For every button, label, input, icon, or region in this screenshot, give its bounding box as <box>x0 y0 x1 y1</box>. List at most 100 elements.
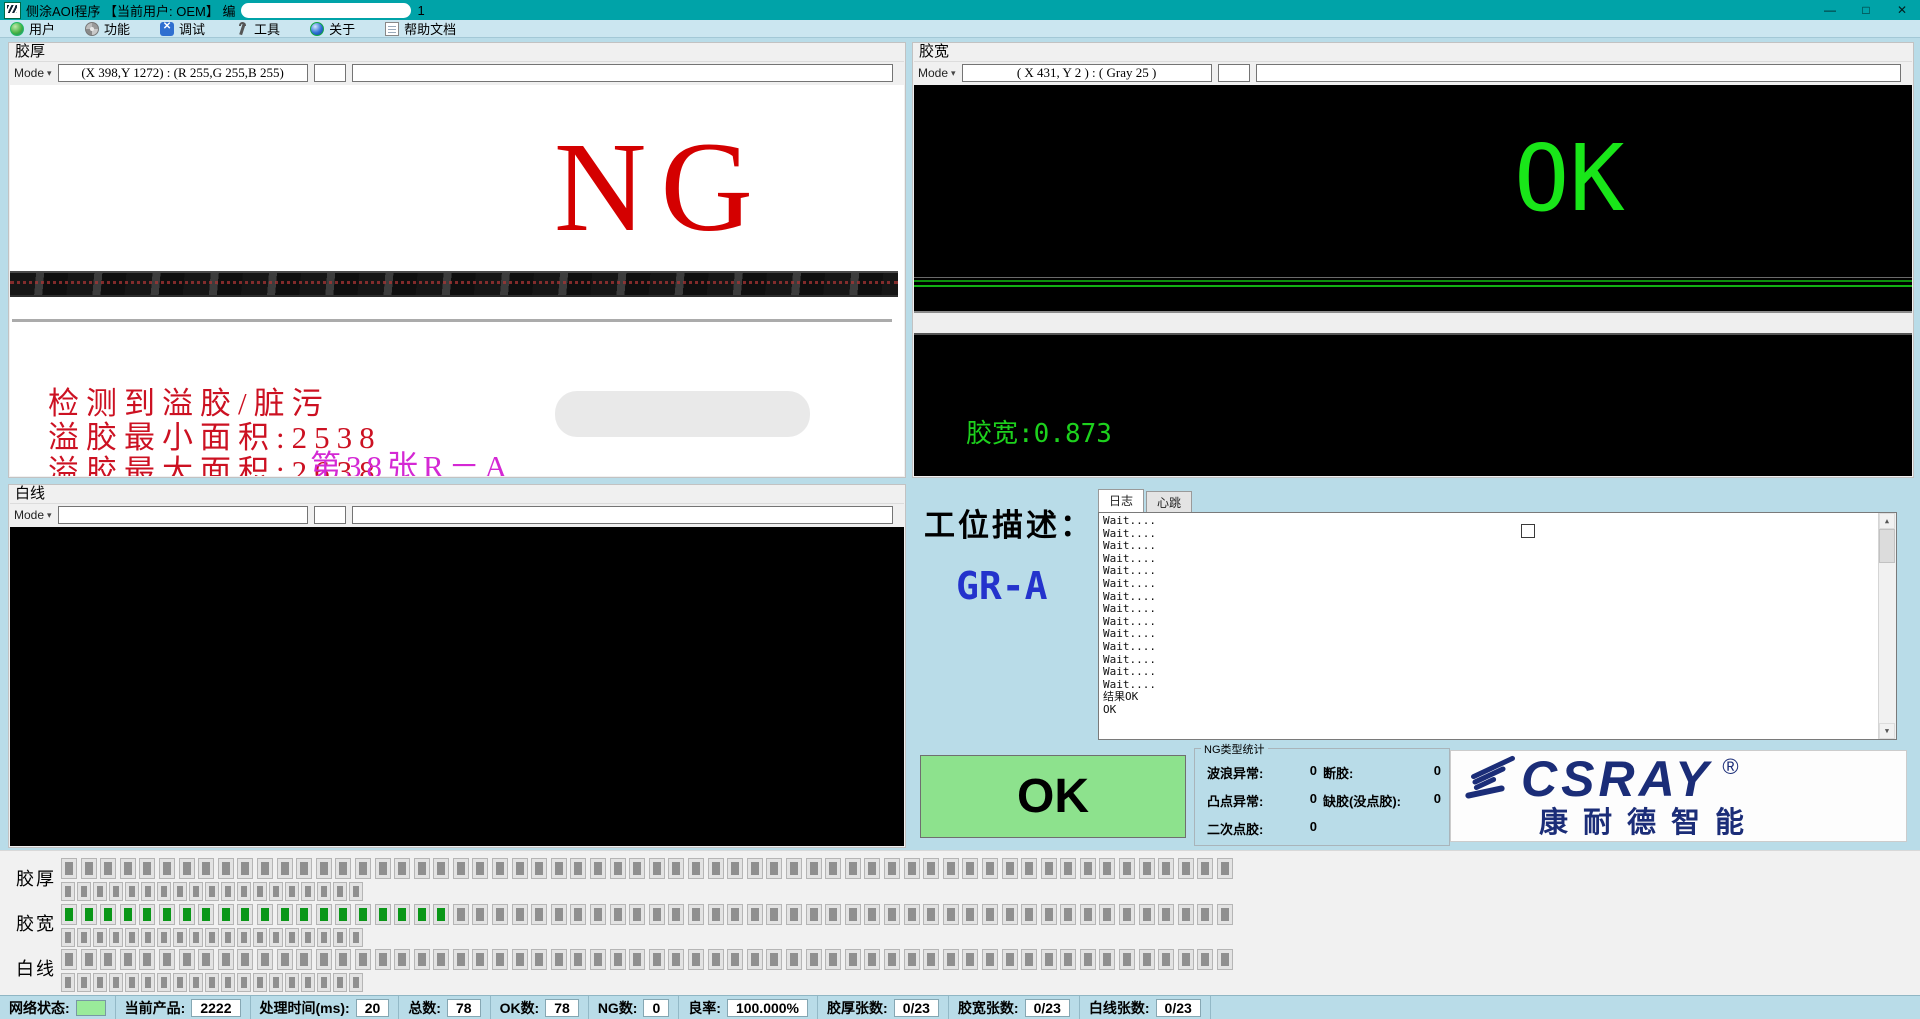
progress-cell <box>94 929 106 946</box>
menu-item-功能[interactable]: 功能 <box>85 19 130 38</box>
progress-cell <box>238 859 252 878</box>
coordinate-readout: ( X 431, Y 2 ) : ( Gray 25 ) <box>962 64 1212 82</box>
progress-cell <box>302 974 314 991</box>
progress-cell <box>1159 905 1173 924</box>
scroll-down-icon[interactable] <box>1879 723 1895 739</box>
progress-cell <box>1022 950 1036 969</box>
progress-cell <box>62 859 76 878</box>
maximize-button[interactable]: □ <box>1848 0 1884 20</box>
progress-cell <box>611 859 625 878</box>
gear-icon <box>85 22 99 36</box>
scrollbar[interactable] <box>1878 513 1896 739</box>
progress-cell <box>317 905 331 924</box>
status-label: 白线张数: <box>1089 998 1150 1018</box>
ng-stats-title: NG类型统计 <box>1201 741 1268 757</box>
app-icon <box>4 2 21 19</box>
menu-item-关于[interactable]: 关于 <box>310 19 355 38</box>
log-entry: Wait.... <box>1103 578 1876 591</box>
log-entry: Wait.... <box>1103 603 1876 616</box>
progress-cell <box>82 905 96 924</box>
progress-cell <box>356 950 370 969</box>
progress-cell <box>1061 950 1075 969</box>
progress-cell <box>669 950 683 969</box>
scroll-up-icon[interactable] <box>1879 513 1895 529</box>
progress-cell <box>350 883 362 900</box>
progress-cell <box>630 859 644 878</box>
progress-group-label: 白线 <box>16 955 56 981</box>
log-list[interactable]: Wait....Wait....Wait....Wait....Wait....… <box>1098 512 1897 740</box>
progress-cell <box>286 883 298 900</box>
scroll-thumb[interactable] <box>1879 529 1895 563</box>
inspection-image[interactable]: OK 胶宽:0.873 <box>914 85 1912 476</box>
progress-cell <box>1140 859 1154 878</box>
progress-cell <box>944 859 958 878</box>
progress-cell <box>1120 950 1134 969</box>
progress-cell <box>924 905 938 924</box>
value-box <box>314 506 346 524</box>
progress-cell <box>650 859 664 878</box>
progress-cell <box>709 950 723 969</box>
menu-item-用户[interactable]: 用户 <box>10 19 55 38</box>
progress-cell <box>434 859 448 878</box>
progress-cell <box>110 883 122 900</box>
ng-stat-value: 0 <box>1434 791 1441 810</box>
mode-dropdown[interactable]: Mode <box>14 66 52 80</box>
close-button[interactable]: ✕ <box>1884 0 1920 20</box>
menu-item-调试[interactable]: 调试 <box>160 19 205 38</box>
progress-row <box>62 974 366 991</box>
progress-cell <box>126 929 138 946</box>
minimize-button[interactable]: — <box>1812 0 1848 20</box>
progress-cell <box>963 905 977 924</box>
progress-cell <box>944 950 958 969</box>
progress-cell <box>318 883 330 900</box>
debug-icon <box>160 22 174 36</box>
log-tabs: 日志心跳 <box>1098 492 1897 512</box>
progress-cell <box>983 905 997 924</box>
progress-cell <box>94 883 106 900</box>
checkbox[interactable] <box>1521 524 1535 538</box>
log-entry: Wait.... <box>1103 553 1876 566</box>
progress-cell <box>62 905 76 924</box>
progress-cell <box>270 883 282 900</box>
progress-cell <box>238 883 250 900</box>
progress-cell <box>62 974 74 991</box>
mode-dropdown[interactable]: Mode <box>14 508 52 522</box>
progress-cell <box>826 905 840 924</box>
status-item: 网络状态: <box>0 996 116 1019</box>
mode-dropdown[interactable]: Mode <box>918 66 956 80</box>
progress-cell <box>158 929 170 946</box>
inspection-image[interactable] <box>10 527 904 846</box>
tab-心跳[interactable]: 心跳 <box>1146 491 1192 512</box>
progress-cell <box>728 859 742 878</box>
progress-cell <box>473 905 487 924</box>
glue-edge-strip <box>10 271 898 297</box>
white-line-panel: 白线 Mode <box>8 484 906 848</box>
progress-cell <box>174 883 186 900</box>
progress-cell <box>1042 859 1056 878</box>
logo-brand: CSRAY <box>1521 757 1712 801</box>
progress-cell <box>571 950 585 969</box>
progress-cell <box>376 905 390 924</box>
white-band <box>914 311 1912 335</box>
ng-stat-value: 0 <box>1310 791 1317 810</box>
progress-cell <box>905 905 919 924</box>
menu-item-帮助文档[interactable]: 帮助文档 <box>385 19 456 38</box>
status-label: 胶宽张数: <box>958 998 1019 1018</box>
status-value: 20 <box>356 999 390 1017</box>
menu-item-label: 调试 <box>179 19 205 38</box>
progress-cell <box>1218 950 1232 969</box>
progress-cell <box>140 859 154 878</box>
tab-日志[interactable]: 日志 <box>1098 489 1144 512</box>
progress-cell <box>865 950 879 969</box>
progress-cell <box>571 859 585 878</box>
menu-item-label: 功能 <box>104 19 130 38</box>
inspection-image[interactable]: NG 检测到溢胶/脏污 溢胶最小面积:2538 溢胶最大面积:2638 第38张… <box>10 85 904 476</box>
progress-cell <box>395 905 409 924</box>
status-quadrant: 工位描述： GR-A 日志心跳 Wait....Wait....Wait....… <box>912 484 1914 848</box>
status-item: 当前产品:2222 <box>116 996 251 1019</box>
log-entry: Wait.... <box>1103 654 1876 667</box>
progress-cell <box>336 859 350 878</box>
progress-cell <box>222 974 234 991</box>
progress-cell <box>238 950 252 969</box>
menu-item-工具[interactable]: 工具 <box>235 19 280 38</box>
